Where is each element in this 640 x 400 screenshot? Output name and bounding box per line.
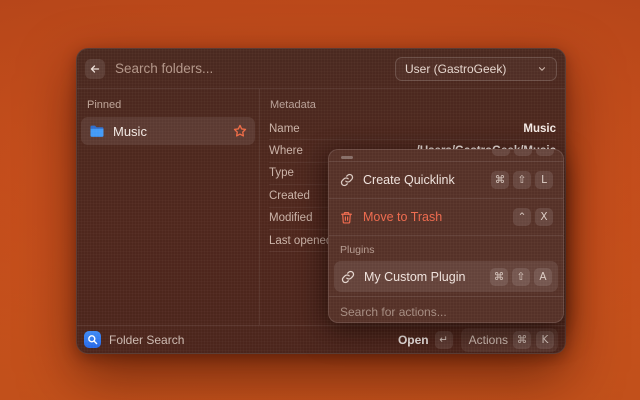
sidebar-item-music[interactable]: Music xyxy=(81,117,255,145)
menu-item-create-quicklink[interactable]: Create Quicklink ⌘ ⇧ L xyxy=(329,162,563,198)
pin-star-icon[interactable] xyxy=(233,124,247,138)
cmd-key: ⌘ xyxy=(491,171,509,189)
menu-item-label: Move to Trash xyxy=(363,210,504,224)
metadata-label: Where xyxy=(269,145,303,157)
metadata-label: Last opened xyxy=(269,235,332,247)
metadata-label: Created xyxy=(269,190,310,202)
link-icon xyxy=(341,270,355,284)
menu-item-move-to-trash[interactable]: Move to Trash ⌃ X xyxy=(329,199,563,235)
metadata-value: Music xyxy=(523,123,556,135)
actions-label: Actions xyxy=(469,333,508,347)
shift-key: ⇧ xyxy=(513,171,531,189)
open-label: Open xyxy=(398,333,429,347)
shift-key: ⇧ xyxy=(512,268,530,286)
menu-item-label: Create Quicklink xyxy=(363,173,482,187)
search-folders-input[interactable] xyxy=(115,61,395,76)
return-key: ↵ xyxy=(435,331,453,349)
actions-menu: Create Quicklink ⌘ ⇧ L Move to Trash ⌃ X… xyxy=(328,149,564,323)
user-dropdown-value: User (GastroGeek) xyxy=(405,62,531,76)
x-key: X xyxy=(535,208,553,226)
pinned-section-label: Pinned xyxy=(81,95,255,117)
cmd-key: ⌘ xyxy=(490,268,508,286)
metadata-row-name: Name Music xyxy=(269,118,556,140)
actions-menu-clipped-item[interactable] xyxy=(329,150,563,161)
l-key: L xyxy=(535,171,553,189)
sidebar-item-label: Music xyxy=(113,124,225,139)
k-key: K xyxy=(536,331,554,349)
sidebar: Pinned Music xyxy=(77,89,260,325)
menu-item-my-custom-plugin[interactable]: My Custom Plugin ⌘ ⇧ A xyxy=(334,261,558,292)
cmd-key: ⌘ xyxy=(513,331,531,349)
folder-icon xyxy=(89,125,105,138)
window-header: User (GastroGeek) xyxy=(77,49,565,89)
metadata-heading: Metadata xyxy=(269,93,556,118)
user-dropdown[interactable]: User (GastroGeek) xyxy=(395,57,557,81)
back-button[interactable] xyxy=(85,59,105,79)
menu-item-label: My Custom Plugin xyxy=(364,270,481,284)
clipped-key xyxy=(492,150,510,156)
link-icon xyxy=(340,173,354,187)
clipped-key xyxy=(536,150,554,156)
ctrl-key: ⌃ xyxy=(513,208,531,226)
actions-search-row xyxy=(329,297,563,323)
footer-bar: Folder Search Open ↵ Actions ⌘ K xyxy=(77,325,565,353)
chevron-down-icon xyxy=(537,64,547,74)
actions-button[interactable]: Actions ⌘ K xyxy=(461,328,558,352)
a-key: A xyxy=(534,268,552,286)
clipped-icon xyxy=(341,156,353,159)
back-arrow-icon xyxy=(89,63,101,75)
metadata-label: Modified xyxy=(269,212,312,224)
folder-search-app-icon xyxy=(84,331,101,348)
plugins-section-label: Plugins xyxy=(329,236,563,259)
trash-icon xyxy=(340,211,353,224)
clipped-key xyxy=(514,150,532,156)
actions-search-input[interactable] xyxy=(340,305,552,319)
metadata-label: Type xyxy=(269,167,294,179)
metadata-label: Name xyxy=(269,123,300,135)
open-button[interactable]: Open ↵ xyxy=(398,331,453,349)
search-icon xyxy=(87,334,98,345)
folder-search-window: User (GastroGeek) Pinned Music Metadata … xyxy=(76,48,566,354)
footer-app-label: Folder Search xyxy=(109,333,390,347)
